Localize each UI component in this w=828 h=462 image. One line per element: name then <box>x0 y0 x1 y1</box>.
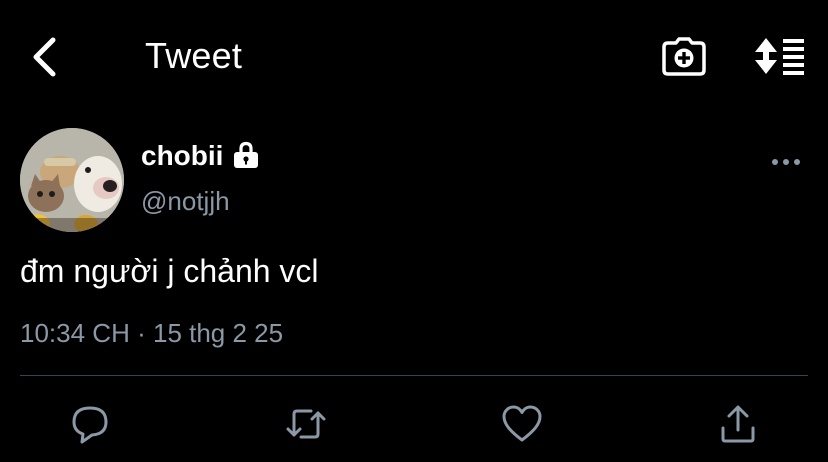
share-button[interactable] <box>716 402 760 446</box>
tweet-timestamp: 10:34 CH · 15 thg 2 25 <box>20 317 283 349</box>
tweet-text: đm người j chảnh vcl <box>20 253 319 289</box>
user-handle[interactable]: @notjjh <box>141 186 230 216</box>
back-button[interactable] <box>26 34 64 80</box>
reply-button[interactable] <box>68 402 112 446</box>
more-horizontal-icon <box>772 159 800 165</box>
camera-plus-icon <box>662 37 706 76</box>
lock-icon <box>231 140 261 170</box>
meta-separator: · <box>137 318 146 348</box>
avatar[interactable] <box>20 128 124 232</box>
chevron-left-icon <box>33 37 56 77</box>
like-button[interactable] <box>500 402 544 446</box>
display-name[interactable]: chobii <box>141 140 223 172</box>
retweet-button[interactable] <box>284 402 328 446</box>
share-icon <box>721 405 755 443</box>
heart-icon <box>502 405 542 442</box>
sort-updown-icon <box>755 38 804 75</box>
page-title: Tweet <box>145 35 243 76</box>
avatar-image <box>20 128 124 232</box>
divider <box>20 375 808 376</box>
tweet-time: 10:34 CH <box>20 318 130 348</box>
more-options-button[interactable] <box>770 150 802 174</box>
retweet-icon <box>286 409 326 439</box>
tweet-date: 15 thg 2 25 <box>152 318 284 348</box>
reply-icon <box>72 406 108 444</box>
camera-button[interactable] <box>661 37 707 77</box>
sort-button[interactable] <box>752 36 808 76</box>
